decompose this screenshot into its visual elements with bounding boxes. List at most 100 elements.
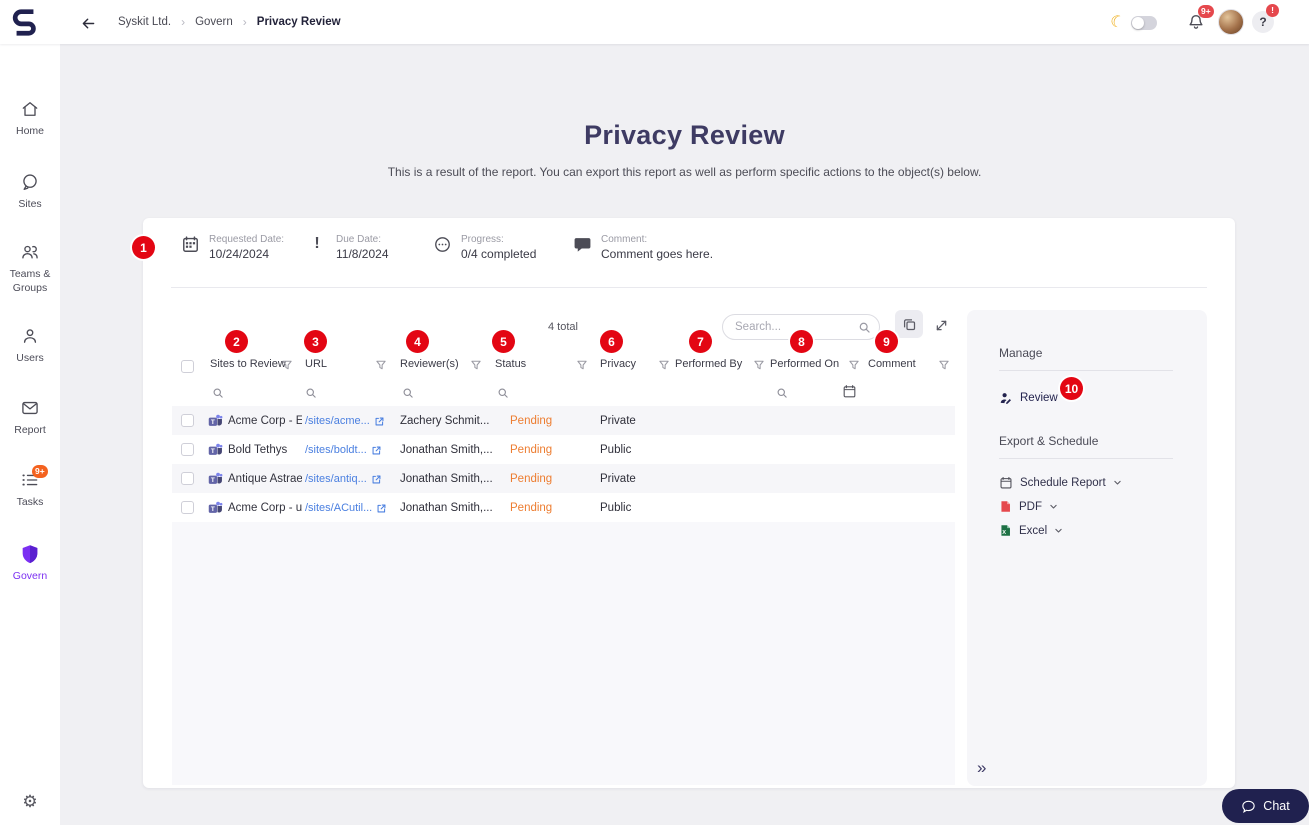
reviewers: Jonathan Smith,... (400, 473, 493, 485)
review-person-icon (1000, 392, 1011, 404)
column-search-icon[interactable] (212, 387, 224, 399)
filter-funnel-icon[interactable] (281, 359, 293, 371)
external-link-icon (372, 475, 381, 483)
teams-site-icon: T (208, 471, 223, 489)
column-header-status[interactable]: Status (495, 358, 526, 370)
annotation-marker-8: 8 (790, 330, 813, 353)
filter-funnel-icon[interactable] (938, 359, 950, 371)
comment-bubble-icon (572, 234, 592, 254)
site-url-link[interactable]: /sites/antiq... (305, 473, 397, 485)
filter-funnel-icon[interactable] (753, 359, 765, 371)
sidebar-item-sites[interactable]: Sites (0, 173, 60, 212)
table-row[interactable]: T Acme Corp - En /sites/acme... Zachery … (172, 406, 955, 435)
svg-text:T: T (211, 477, 215, 484)
column-header-performed-on[interactable]: Performed On (770, 358, 839, 370)
breadcrumb-item-govern[interactable]: Govern (195, 16, 233, 28)
site-url-link[interactable]: /sites/ACutil... (305, 502, 397, 514)
sidebar-item-tasks[interactable]: 9+ Tasks (0, 465, 60, 510)
site-url-link[interactable]: /sites/boldt... (305, 444, 397, 456)
export-pdf-action[interactable]: PDF (999, 498, 1173, 515)
site-url-link[interactable]: /sites/acme... (305, 415, 397, 427)
sidebar-item-report[interactable]: Report (0, 399, 60, 438)
review-action[interactable]: Review (999, 389, 1173, 406)
status-badge: Pending (510, 473, 553, 485)
settings-gear-icon[interactable]: ⚙ (0, 792, 60, 812)
chevron-right-icon: › (181, 15, 186, 29)
theme-toggle[interactable] (1131, 16, 1157, 30)
help-alert-badge: ! (1266, 4, 1279, 17)
table-row[interactable]: T Acme Corp - ut /sites/ACutil... Jonath… (172, 493, 955, 522)
expand-table-button[interactable] (930, 314, 952, 336)
progress-label: Progress: (461, 234, 504, 245)
status-badge: Pending (510, 502, 553, 514)
sidebar-item-label: Teams & Groups (9, 268, 51, 294)
sidebar-item-govern[interactable]: Govern (0, 543, 60, 584)
teams-site-icon: T (208, 442, 223, 460)
collapse-panel-icon[interactable]: » (977, 758, 986, 778)
annotation-marker-3: 3 (304, 330, 327, 353)
table-row[interactable]: T Antique Astraei /sites/antiq... Jonath… (172, 464, 955, 493)
due-date-value: 11/8/2024 (336, 247, 389, 261)
copy-table-button[interactable] (895, 310, 923, 338)
filter-funnel-icon[interactable] (576, 359, 588, 371)
column-header-privacy[interactable]: Privacy (600, 358, 636, 370)
user-avatar[interactable] (1218, 9, 1244, 35)
syskit-logo-icon[interactable] (10, 7, 40, 37)
filter-funnel-icon[interactable] (848, 359, 860, 371)
govern-shield-icon (19, 543, 41, 570)
annotation-marker-2: 2 (225, 330, 248, 353)
filter-funnel-icon[interactable] (658, 359, 670, 371)
divider (171, 287, 1207, 288)
row-checkbox[interactable] (181, 443, 194, 456)
users-icon (20, 326, 40, 351)
row-checkbox[interactable] (181, 414, 194, 427)
column-header-sites[interactable]: Sites to Review (210, 358, 286, 370)
copy-icon (903, 318, 915, 330)
chevron-down-icon[interactable] (1113, 478, 1122, 487)
page-subtitle: This is a result of the report. You can … (387, 165, 982, 179)
filter-funnel-icon[interactable] (375, 359, 387, 371)
comment-info: Comment: Comment goes here. (572, 234, 713, 261)
exclamation-icon: ! (314, 235, 320, 252)
column-search-icon[interactable] (497, 387, 509, 399)
column-header-url[interactable]: URL (305, 358, 327, 370)
svg-text:T: T (211, 448, 215, 455)
table-empty-area (172, 522, 955, 785)
site-name: Acme Corp - En (228, 415, 302, 427)
table-row[interactable]: T Bold Tethys /sites/boldt... Jonathan S… (172, 435, 955, 464)
row-checkbox[interactable] (181, 472, 194, 485)
due-date-label: Due Date: (336, 234, 382, 245)
reviewers: Jonathan Smith,... (400, 444, 493, 456)
schedule-report-action[interactable]: Schedule Report (999, 474, 1173, 491)
schedule-report-label: Schedule Report (1020, 476, 1106, 489)
column-search-icon[interactable] (305, 387, 317, 399)
chevron-down-icon[interactable] (1049, 502, 1058, 511)
select-all-checkbox[interactable] (181, 360, 194, 373)
annotation-marker-10: 10 (1060, 377, 1083, 400)
column-search-icon[interactable] (402, 387, 414, 399)
annotation-marker-1: 1 (132, 236, 155, 259)
chat-label: Chat (1263, 799, 1290, 813)
chevron-down-icon[interactable] (1054, 526, 1063, 535)
export-excel-action[interactable]: X Excel (999, 522, 1173, 539)
column-search-icon[interactable] (776, 387, 788, 399)
column-header-reviewers[interactable]: Reviewer(s) (400, 358, 459, 370)
filter-funnel-icon[interactable] (470, 359, 482, 371)
sidebar-item-teams-groups[interactable]: Teams & Groups (0, 243, 60, 295)
sidebar-item-users[interactable]: Users (0, 327, 60, 366)
divider (999, 458, 1173, 459)
status-badge: Pending (510, 415, 553, 427)
sidebar-item-label: Home (15, 125, 44, 137)
back-arrow-icon[interactable] (78, 13, 98, 33)
external-link-icon (372, 446, 381, 454)
breadcrumb-item-company[interactable]: Syskit Ltd. (118, 16, 171, 28)
svg-text:X: X (1002, 530, 1006, 536)
row-checkbox[interactable] (181, 501, 194, 514)
comment-label: Comment: (601, 234, 648, 245)
sidebar-item-home[interactable]: Home (0, 100, 60, 139)
chat-button[interactable]: Chat (1222, 789, 1309, 823)
column-header-comment[interactable]: Comment (868, 358, 916, 370)
date-filter-calendar-icon[interactable] (842, 384, 857, 404)
breadcrumb: Syskit Ltd. › Govern › Privacy Review (118, 0, 341, 44)
column-header-performed-by[interactable]: Performed By (675, 358, 742, 370)
